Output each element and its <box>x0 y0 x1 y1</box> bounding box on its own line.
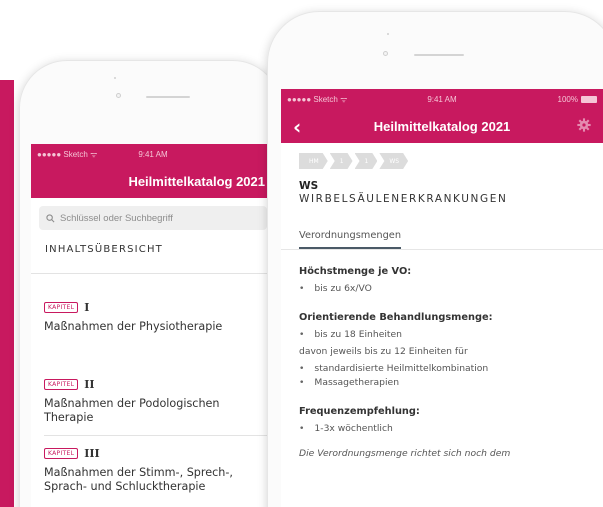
sensor-dot <box>114 77 116 79</box>
battery-percent: 100% <box>557 94 578 104</box>
tab-bar: Verordnungsmengen <box>299 223 419 249</box>
list-item-text: standardisierte Heilmittelkombination <box>314 363 489 374</box>
back-phone-frame: ●●●●● Sketch ᯤ 9:41 AM Heilmittelkatalog… <box>19 60 281 507</box>
chapter-item[interactable]: KAPITEL II Maßnahmen der Podologischen T… <box>31 378 275 425</box>
chapter-title: Maßnahmen der Physiotherapie <box>44 320 223 333</box>
list-item: • Massagetherapien <box>299 377 400 388</box>
breadcrumb-item[interactable]: 1 <box>355 153 378 169</box>
speaker-grille <box>146 96 190 98</box>
nav-bar: Heilmittelkatalog 2021 <box>31 164 275 198</box>
breadcrumb: HM 1 1 WS <box>299 153 603 169</box>
breadcrumb-item[interactable]: WS <box>379 153 408 169</box>
front-phone-frame: ●●●●● Sketch ᯤ 9:41 AM 100% ‹ Heilmittel… <box>267 11 603 507</box>
chapter-item[interactable]: KAPITEL III Maßnahmen der Stimm-, Sprech… <box>31 447 275 494</box>
divider <box>44 435 275 436</box>
camera-icon <box>116 93 121 98</box>
chapter-number: II <box>84 378 95 391</box>
chapter-item[interactable]: KAPITEL I Maßnahmen der Physiotherapie <box>31 301 275 334</box>
list-item-text: Massagetherapien <box>314 377 400 388</box>
battery-icon <box>581 95 597 103</box>
nav-bar: ‹ Heilmittelkatalog 2021 <box>281 109 603 143</box>
sensor-dot <box>387 33 389 35</box>
list-item-text: bis zu 6x/VO <box>314 283 372 294</box>
chapter-number: III <box>84 447 100 460</box>
section-heading: Frequenzempfehlung: <box>299 406 420 417</box>
accent-bar <box>0 80 14 507</box>
tab-verordnungsmengen[interactable]: Verordnungsmengen <box>299 230 402 249</box>
breadcrumb-item[interactable]: 1 <box>330 153 353 169</box>
divider <box>31 273 275 274</box>
list-item-text: bis zu 18 Einheiten <box>314 329 402 340</box>
status-bar: ●●●●● Sketch ᯤ 9:41 AM 100% <box>281 89 603 109</box>
list-item: • standardisierte Heilmittelkombination <box>299 363 489 374</box>
search-icon <box>46 213 55 222</box>
list-item-text: 1-3x wöchentlich <box>314 423 393 434</box>
diagnosis-group-title: WIRBELSÄULENERKRANKUNGEN <box>299 193 508 205</box>
nav-title: Heilmittelkatalog 2021 <box>128 174 265 189</box>
toc-heading: INHALTSÜBERSICHT <box>45 244 163 255</box>
footnote-text: Die Verordnungsmenge richtet sich noch d… <box>299 448 511 459</box>
speaker-grille <box>414 54 464 56</box>
status-bar: ●●●●● Sketch ᯤ 9:41 AM <box>31 144 275 164</box>
content-panel: Höchstmenge je VO: • bis zu 6x/VO Orienti… <box>281 249 603 459</box>
carrier-signal: ●●●●● Sketch ᯤ <box>287 94 348 104</box>
list-item: • 1-3x wöchentlich <box>299 423 393 434</box>
list-item: • bis zu 6x/VO <box>299 283 372 294</box>
chapter-title: Maßnahmen der Stimm-, Sprech-, Sprach- u… <box>44 466 233 493</box>
camera-icon <box>383 51 388 56</box>
chapter-title: Maßnahmen der Podologischen Therapie <box>44 397 220 424</box>
diagnosis-code: WS <box>299 180 319 192</box>
nav-title: Heilmittelkatalog 2021 <box>373 119 511 134</box>
gear-icon[interactable] <box>577 118 591 132</box>
search-placeholder: Schlüssel oder Suchbegriff <box>60 212 173 224</box>
section-heading: Höchstmenge je VO: <box>299 266 412 277</box>
section-heading: Orientierende Behandlungsmenge: <box>299 312 493 323</box>
carrier-signal: ●●●●● Sketch ᯤ <box>37 149 98 159</box>
note-text: davon jeweils bis zu 12 Einheiten für <box>299 346 468 357</box>
chapter-badge: KAPITEL <box>44 379 79 390</box>
chapter-badge: KAPITEL <box>44 302 79 313</box>
breadcrumb-item[interactable]: HM <box>299 153 328 169</box>
chapter-number: I <box>84 301 90 314</box>
list-item: • bis zu 18 Einheiten <box>299 329 402 340</box>
chapter-badge: KAPITEL <box>44 448 79 459</box>
back-phone-screen: ●●●●● Sketch ᯤ 9:41 AM Heilmittelkatalog… <box>31 144 275 507</box>
front-phone-screen: ●●●●● Sketch ᯤ 9:41 AM 100% ‹ Heilmittel… <box>281 89 603 507</box>
search-input[interactable]: Schlüssel oder Suchbegriff <box>39 206 267 230</box>
